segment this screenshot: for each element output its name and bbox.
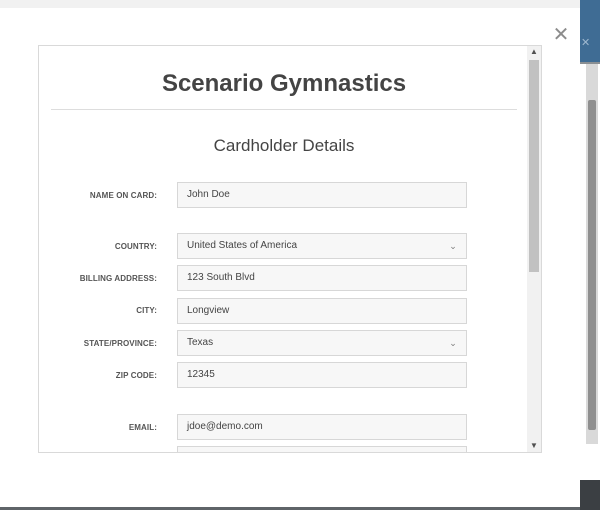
state-label: STATE/PROVINCE:: [83, 339, 157, 348]
state-select-value: Texas: [187, 337, 214, 348]
checkout-modal: ✕ Scenario Gymnastics Cardholder Details…: [0, 0, 580, 507]
title-divider: [51, 109, 517, 110]
chevron-down-icon: ⌄: [449, 338, 457, 348]
zip-code-label: ZIP CODE:: [115, 371, 157, 380]
store-title: Scenario Gymnastics: [161, 70, 407, 97]
next-field-input[interactable]: [177, 446, 467, 452]
country-select-value: United States of America: [187, 240, 298, 251]
country-select[interactable]: United States of America ⌄: [177, 233, 467, 259]
zip-code-input[interactable]: 12345: [177, 362, 467, 388]
email-input[interactable]: jdoe@demo.com: [177, 414, 467, 440]
triangle-up-icon[interactable]: ▲: [527, 46, 541, 58]
form-scrollbar-thumb[interactable]: [529, 60, 539, 272]
form-scrollbar[interactable]: ▲ ▼: [527, 46, 541, 452]
payment-iframe: Scenario Gymnastics Cardholder Details N…: [38, 45, 542, 453]
billing-address-label: BILLING ADDRESS:: [79, 274, 157, 283]
close-icon[interactable]: ✕: [552, 25, 570, 45]
state-select[interactable]: Texas ⌄: [177, 330, 467, 356]
background-footer: [580, 480, 600, 510]
page-scrollbar-thumb[interactable]: [588, 100, 596, 430]
name-on-card-input[interactable]: John Doe: [177, 182, 467, 208]
country-label: COUNTRY:: [114, 242, 157, 251]
billing-address-input[interactable]: 123 South Blvd: [177, 265, 467, 291]
name-on-card-label: NAME ON CARD:: [89, 191, 157, 200]
background-header: [580, 0, 600, 62]
city-input[interactable]: Longview: [177, 298, 467, 324]
email-label: EMAIL:: [128, 423, 157, 432]
city-label: CITY:: [136, 306, 157, 315]
chevron-down-icon: ⌄: [449, 241, 457, 251]
background-close-icon: ✕: [581, 37, 591, 49]
triangle-down-icon[interactable]: ▼: [527, 440, 541, 452]
section-title: Cardholder Details: [213, 136, 355, 155]
